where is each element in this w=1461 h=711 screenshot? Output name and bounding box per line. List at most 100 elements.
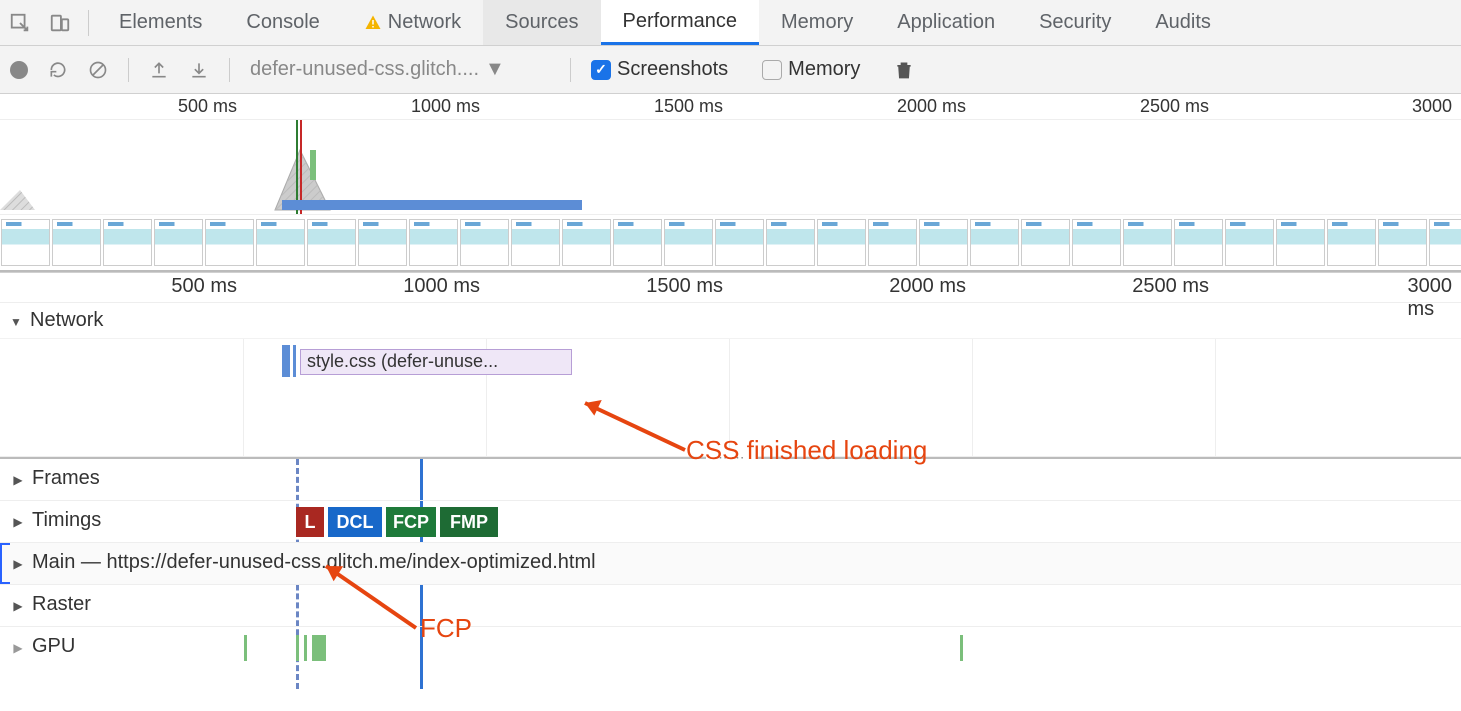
gpu-label: GPU	[32, 635, 75, 658]
flame-chart: ⋯⋯ Frames Timings L DCL FCP FMP Main — h…	[0, 457, 1461, 669]
overview-ruler: 500 ms 1000 ms 1500 ms 2000 ms 2500 ms 3…	[0, 94, 1461, 120]
memory-checkbox[interactable]: Memory	[762, 58, 860, 81]
disclosure-triangle-icon	[10, 467, 26, 490]
screenshot-thumb[interactable]	[1174, 219, 1223, 266]
download-icon[interactable]	[189, 60, 209, 80]
ruler-tick: 2500 ms	[1140, 96, 1215, 117]
tab-audits[interactable]: Audits	[1133, 0, 1233, 45]
recording-selector[interactable]: defer-unused-css.glitch.... ▼	[250, 58, 550, 81]
network-header[interactable]: Network	[0, 303, 1461, 338]
gpu-activity	[296, 635, 299, 661]
tab-memory[interactable]: Memory	[759, 0, 875, 45]
screenshot-filmstrip[interactable]	[0, 214, 1461, 272]
ruler-tick: 1000 ms	[411, 96, 486, 117]
screenshot-thumb[interactable]	[256, 219, 305, 266]
reload-icon[interactable]	[48, 60, 68, 80]
frames-label: Frames	[32, 467, 100, 490]
row-main[interactable]: Main — https://defer-unused-css.glitch.m…	[0, 543, 1461, 585]
cpu-sparkline[interactable]	[0, 120, 1461, 214]
screenshot-thumb[interactable]	[511, 219, 560, 266]
network-lane[interactable]: style.css (defer-unuse...	[0, 338, 1461, 456]
network-request[interactable]: style.css (defer-unuse...	[300, 349, 572, 375]
screenshot-thumb[interactable]	[52, 219, 101, 266]
record-button[interactable]	[10, 61, 28, 79]
ruler-tick: 500 ms	[171, 275, 243, 298]
tab-console[interactable]: Console	[224, 0, 341, 45]
screenshot-thumb[interactable]	[1072, 219, 1121, 266]
screenshot-thumb[interactable]	[307, 219, 356, 266]
ruler-tick: 1000 ms	[403, 275, 486, 298]
screenshot-thumb[interactable]	[715, 219, 764, 266]
screenshot-thumb[interactable]	[766, 219, 815, 266]
warning-icon	[364, 14, 382, 32]
row-frames[interactable]: Frames	[0, 459, 1461, 501]
screenshot-thumb[interactable]	[1378, 219, 1427, 266]
divider	[128, 58, 129, 82]
row-gpu[interactable]: GPU	[0, 627, 1461, 669]
tab-application[interactable]: Application	[875, 0, 1017, 45]
raster-label: Raster	[32, 593, 91, 616]
network-label: Network	[30, 309, 103, 332]
tab-elements[interactable]: Elements	[97, 0, 224, 45]
disclosure-triangle-icon	[10, 593, 26, 616]
timing-dcl[interactable]: DCL	[328, 507, 384, 537]
gpu-activity	[312, 635, 326, 661]
screenshot-thumb[interactable]	[1327, 219, 1376, 266]
screenshots-checkbox[interactable]: Screenshots	[591, 58, 728, 81]
tab-sources[interactable]: Sources	[483, 0, 600, 45]
network-request-start	[293, 345, 296, 377]
screenshot-thumb[interactable]	[817, 219, 866, 266]
section-network: Network style.css (defer-unuse...	[0, 303, 1461, 457]
inspect-icon[interactable]	[0, 0, 40, 45]
network-request-start	[282, 345, 290, 377]
tab-network[interactable]: Network	[342, 0, 483, 45]
timing-fcp[interactable]: FCP	[386, 507, 438, 537]
screenshot-thumb[interactable]	[1429, 219, 1461, 266]
device-icon[interactable]	[40, 0, 80, 45]
timings-label: Timings	[32, 509, 101, 532]
screenshot-thumb[interactable]	[154, 219, 203, 266]
timeline-overview[interactable]: 500 ms 1000 ms 1500 ms 2000 ms 2500 ms 3…	[0, 94, 1461, 273]
trash-icon[interactable]	[894, 59, 914, 81]
disclosure-triangle-icon	[10, 551, 26, 574]
screenshot-thumb[interactable]	[562, 219, 611, 266]
row-raster[interactable]: Raster	[0, 585, 1461, 627]
detail-ruler: 500 ms 1000 ms 1500 ms 2000 ms 2500 ms 3…	[0, 273, 1461, 303]
gpu-activity	[304, 635, 307, 661]
screenshot-thumb[interactable]	[919, 219, 968, 266]
gpu-activity	[960, 635, 963, 661]
screenshots-label: Screenshots	[617, 58, 728, 81]
screenshot-thumb[interactable]	[664, 219, 713, 266]
clear-icon[interactable]	[88, 60, 108, 80]
selection-range[interactable]	[282, 200, 582, 210]
disclosure-triangle-icon	[8, 309, 24, 332]
tab-performance[interactable]: Performance	[601, 0, 760, 45]
screenshot-thumb[interactable]	[103, 219, 152, 266]
screenshot-thumb[interactable]	[868, 219, 917, 266]
devtools-tabs: Elements Console Network Sources Perform…	[0, 0, 1461, 46]
tab-network-label: Network	[388, 11, 461, 34]
screenshot-thumb[interactable]	[409, 219, 458, 266]
timing-fmp[interactable]: FMP	[440, 507, 500, 537]
screenshot-thumb[interactable]	[613, 219, 662, 266]
timing-l[interactable]: L	[296, 507, 326, 537]
screenshot-thumb[interactable]	[1276, 219, 1325, 266]
activity-bar	[310, 150, 316, 180]
screenshot-thumb[interactable]	[1123, 219, 1172, 266]
screenshot-thumb[interactable]	[358, 219, 407, 266]
screenshot-thumb[interactable]	[970, 219, 1019, 266]
screenshot-thumb[interactable]	[460, 219, 509, 266]
screenshot-thumb[interactable]	[1021, 219, 1070, 266]
checkbox-icon	[591, 60, 611, 80]
screenshot-thumb[interactable]	[205, 219, 254, 266]
gpu-activity	[244, 635, 247, 661]
upload-icon[interactable]	[149, 60, 169, 80]
row-timings[interactable]: Timings L DCL FCP FMP	[0, 501, 1461, 543]
divider	[229, 58, 230, 82]
tab-security[interactable]: Security	[1017, 0, 1133, 45]
divider	[570, 58, 571, 82]
selection-highlight	[0, 543, 10, 584]
screenshot-thumb[interactable]	[1225, 219, 1274, 266]
screenshot-thumb[interactable]	[1, 219, 50, 266]
ruler-tick: 500 ms	[178, 96, 243, 117]
